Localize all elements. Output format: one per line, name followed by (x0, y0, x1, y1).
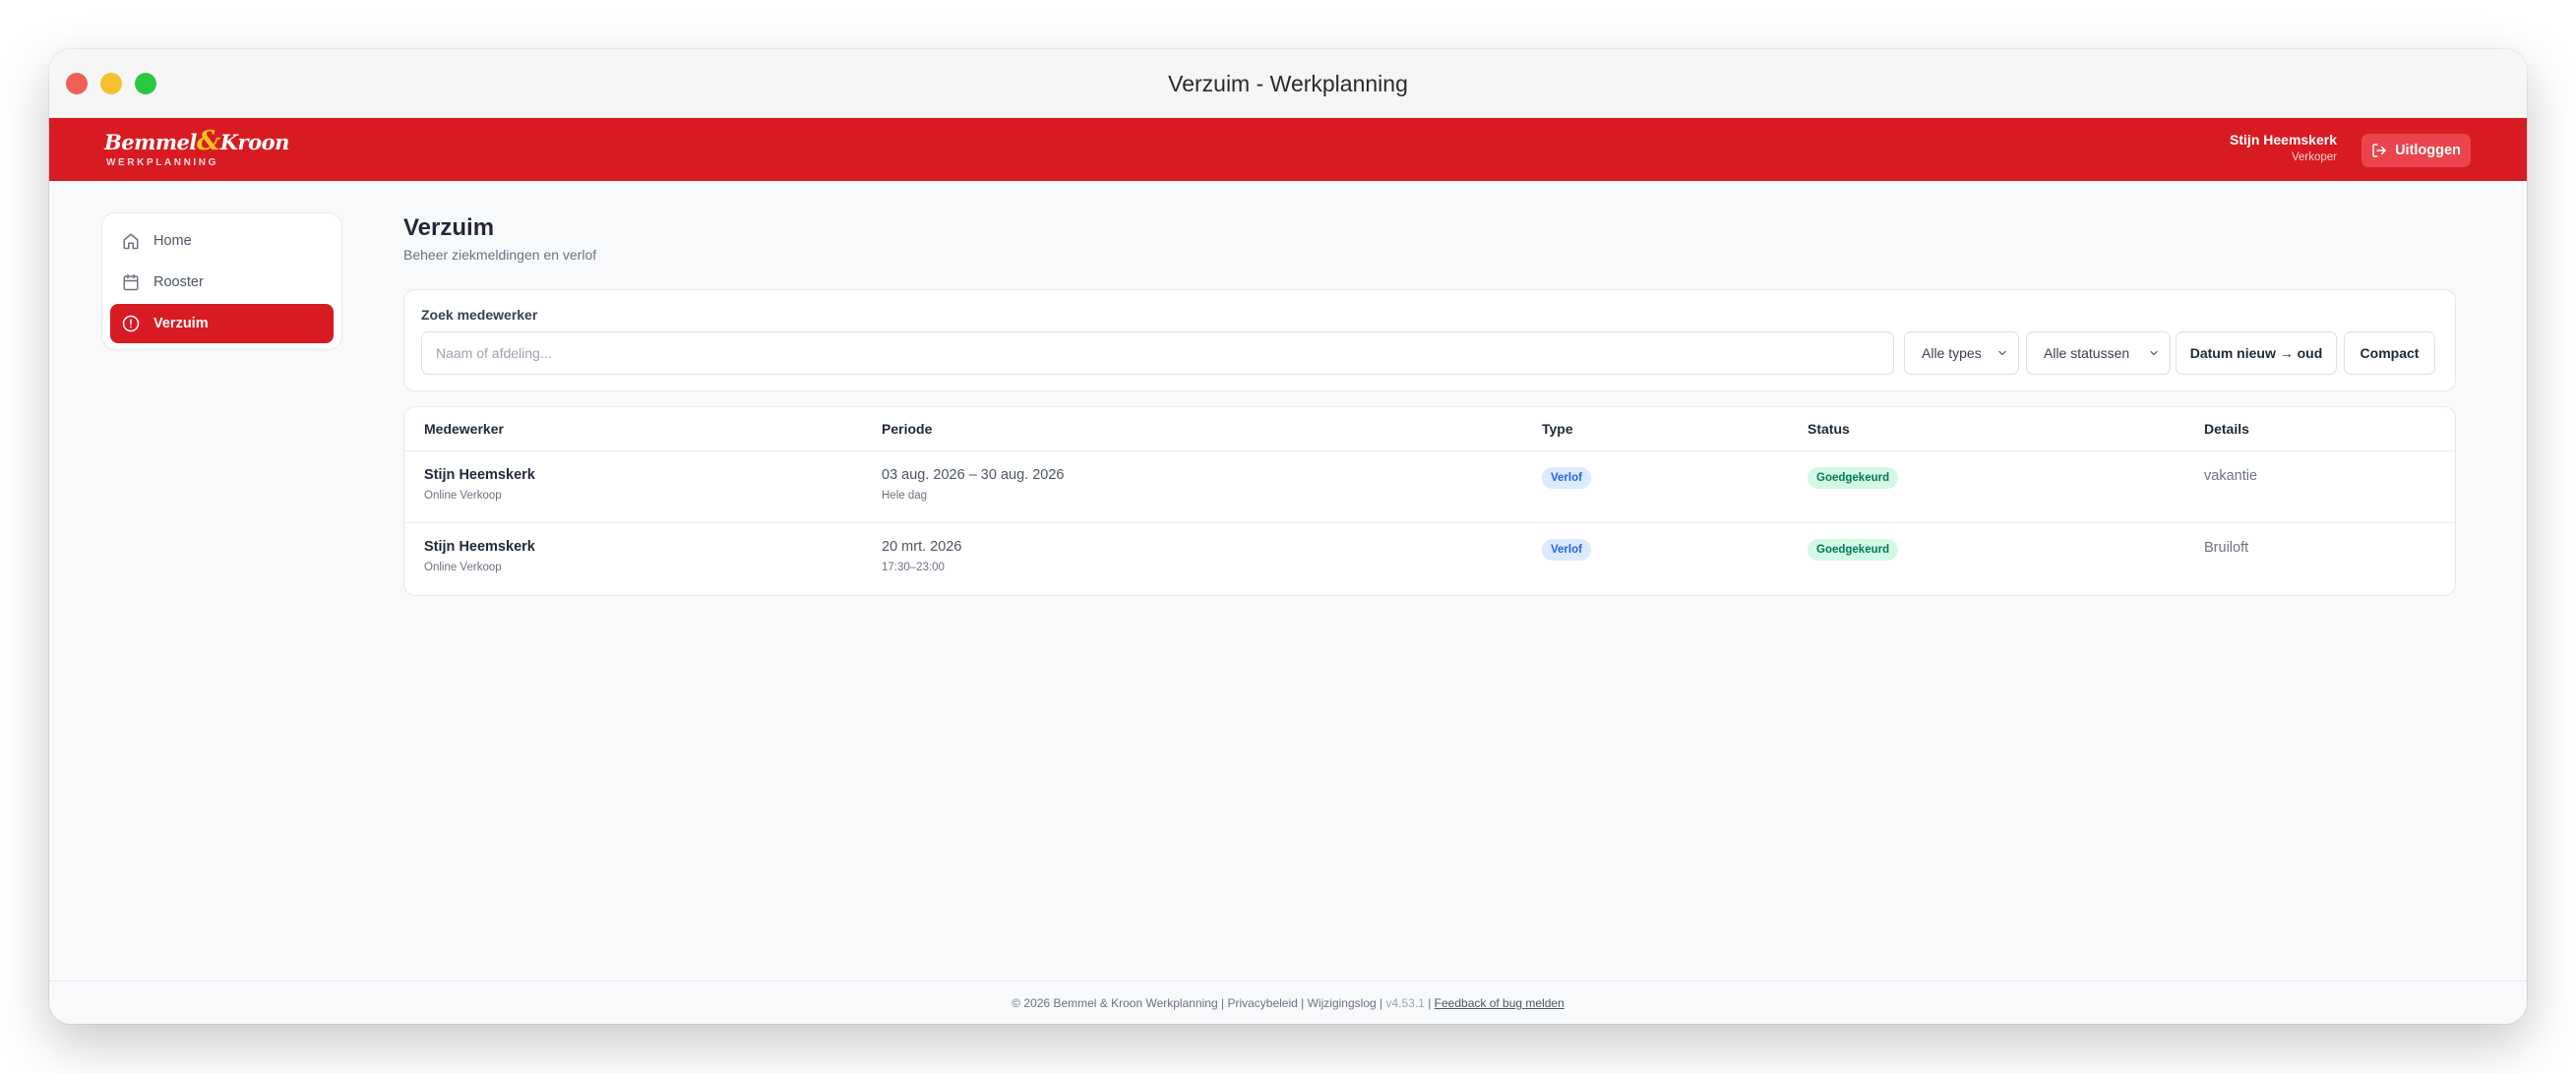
user-name: Stijn Heemskerk (2230, 132, 2337, 148)
column-header-details[interactable]: Details (2204, 421, 2249, 437)
sidebar-item-label: Rooster (153, 274, 204, 290)
window-title: Verzuim - Werkplanning (1168, 71, 1408, 96)
sidebar-item-home[interactable]: Home (110, 221, 334, 261)
type-badge: Verlof (1542, 539, 1591, 561)
filter-panel: Zoek medewerker Alle types Alle statusse… (403, 289, 2456, 391)
table-row[interactable]: Stijn Heemskerk Online Verkoop 20 mrt. 2… (404, 523, 2455, 595)
home-icon (123, 233, 139, 250)
period-time: Hele dag (882, 490, 928, 502)
details-text: Bruiloft (2204, 540, 2249, 556)
search-input[interactable] (421, 331, 1894, 375)
footer-changelog-link[interactable]: Wijzigingslog (1308, 996, 1377, 1010)
footer-separator: | (1220, 996, 1225, 1010)
sidebar-item-verzuim[interactable]: Verzuim (110, 304, 334, 343)
footer-privacy-link[interactable]: Privacybeleid (1227, 996, 1297, 1010)
app-window: Verzuim - Werkplanning Bemmel&Kroon WERK… (49, 49, 2527, 1024)
page-title: Verzuim (403, 214, 495, 241)
status-badge: Goedgekeurd (1808, 467, 1899, 489)
sidebar-nav: Home Rooster Verzuim (101, 212, 342, 350)
sort-date-button[interactable]: Datum nieuw → oud (2176, 331, 2337, 375)
page-subtitle: Beheer ziekmeldingen en verlof (403, 247, 597, 263)
column-header-status[interactable]: Status (1808, 421, 1850, 437)
search-label: Zoek medewerker (421, 307, 538, 323)
footer-separator: | (1301, 996, 1305, 1010)
type-badge: Verlof (1542, 467, 1591, 489)
column-header-type[interactable]: Type (1542, 421, 1573, 437)
details-cell: Bruiloft (2204, 539, 2248, 557)
employee-cell: Stijn Heemskerk Online Verkoop (424, 539, 535, 573)
details-text: vakantie (2204, 468, 2258, 484)
status-badge: Goedgekeurd (1808, 539, 1899, 561)
employee-department: Online Verkoop (424, 490, 502, 502)
footer-separator: | (1380, 996, 1383, 1010)
status-cell: Goedgekeurd (1808, 539, 1899, 561)
employee-name: Stijn Heemskerk (424, 539, 535, 555)
table-header: Medewerker Periode Type Status Details (404, 407, 2455, 451)
period-cell: 20 mrt. 2026 17:30–23:00 (882, 539, 961, 573)
period-dates: 03 aug. 2026 – 30 aug. 2026 (882, 467, 1065, 483)
type-select[interactable]: Alle types (1904, 331, 2019, 375)
logo-ampersand: & (196, 126, 220, 156)
chevron-down-icon (2150, 350, 2158, 356)
status-select-value: Alle statussen (2044, 345, 2130, 361)
status-cell: Goedgekeurd (1808, 467, 1899, 489)
brand-logo[interactable]: Bemmel&Kroon WERKPLANNING (104, 126, 289, 173)
logout-button[interactable]: Uitloggen (2361, 134, 2471, 167)
user-role: Verkoper (2291, 151, 2337, 163)
footer-version: v4.53.1 (1385, 996, 1425, 1010)
period-time: 17:30–23:00 (882, 562, 945, 573)
page-footer: © 2026 Bemmel & Kroon Werkplanning | Pri… (49, 981, 2527, 1024)
calendar-icon (123, 273, 139, 291)
column-header-medewerker[interactable]: Medewerker (424, 421, 504, 437)
title-bar: Verzuim - Werkplanning (49, 49, 2527, 118)
logo-text-left: Bemmel (104, 130, 197, 154)
column-header-periode[interactable]: Periode (882, 421, 932, 437)
logout-label: Uitloggen (2395, 143, 2461, 158)
logo-text-right: Kroon (219, 130, 290, 154)
user-info: Stijn Heemskerk Verkoper (2230, 132, 2337, 163)
absence-table: Medewerker Periode Type Status Details S… (403, 406, 2456, 596)
sidebar-item-label: Verzuim (153, 316, 209, 331)
compact-view-button[interactable]: Compact (2344, 331, 2435, 375)
chevron-down-icon (1998, 350, 2006, 356)
employee-department: Online Verkoop (424, 562, 502, 573)
status-select[interactable]: Alle statussen (2026, 331, 2171, 375)
table-row[interactable]: Stijn Heemskerk Online Verkoop 03 aug. 2… (404, 451, 2455, 523)
employee-name: Stijn Heemskerk (424, 467, 535, 483)
alert-circle-icon (122, 315, 140, 332)
details-cell: vakantie (2204, 467, 2257, 485)
employee-cell: Stijn Heemskerk Online Verkoop (424, 467, 535, 502)
type-cell: Verlof (1542, 467, 1591, 489)
sidebar-item-rooster[interactable]: Rooster (110, 263, 334, 302)
footer-separator: | (1428, 996, 1432, 1010)
app-header: Bemmel&Kroon WERKPLANNING Stijn Heemsker… (49, 118, 2527, 181)
sidebar-item-label: Home (153, 233, 192, 249)
footer-feedback-link[interactable]: Feedback of bug melden (1435, 996, 1564, 1010)
logo-subtitle: WERKPLANNING (106, 157, 218, 168)
footer-copyright: © 2026 Bemmel & Kroon Werkplanning (1012, 996, 1218, 1010)
period-dates: 20 mrt. 2026 (882, 539, 962, 555)
type-select-value: Alle types (1922, 345, 1982, 361)
logout-icon (2372, 144, 2386, 157)
type-cell: Verlof (1542, 539, 1591, 561)
period-cell: 03 aug. 2026 – 30 aug. 2026 Hele dag (882, 467, 1064, 502)
